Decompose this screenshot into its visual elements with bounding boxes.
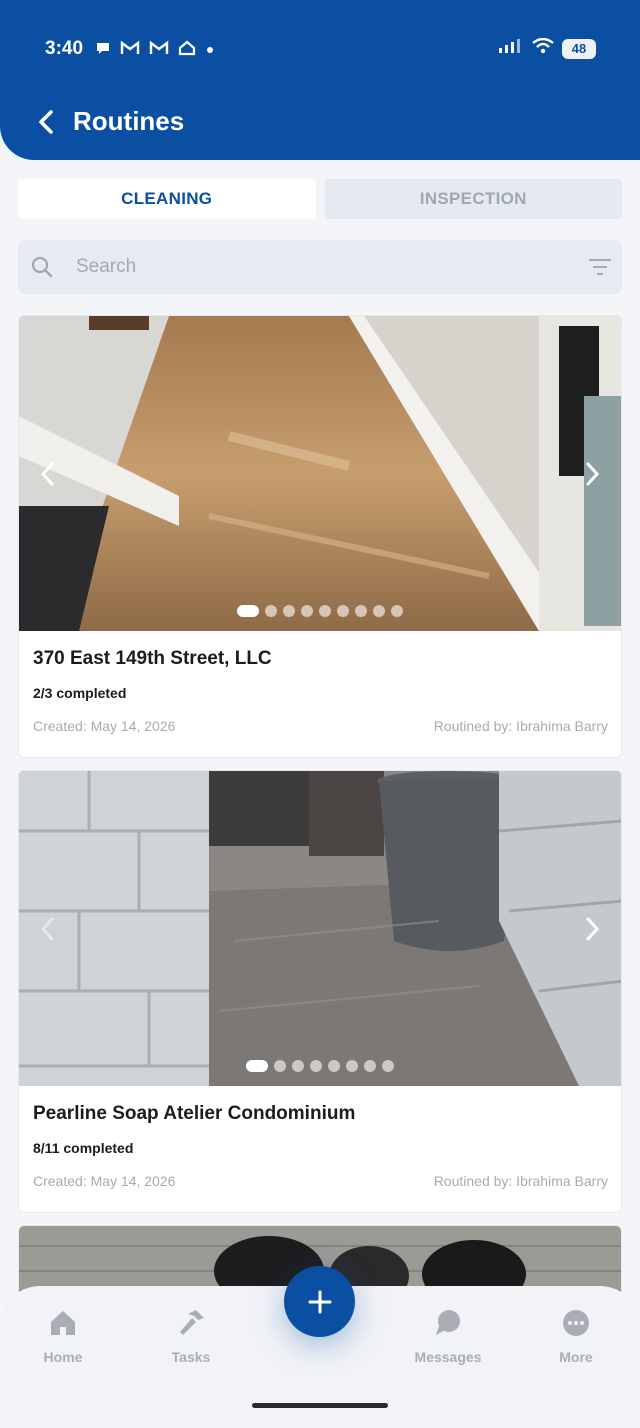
app-header: 3:40 48 Routines	[0, 0, 640, 160]
battery-indicator: 48	[562, 38, 596, 59]
chevron-right-icon	[586, 917, 600, 941]
chevron-left-icon	[40, 462, 54, 486]
next-photo-button[interactable]	[577, 911, 607, 947]
pagination-dot[interactable]	[265, 605, 277, 617]
nav-home-label: Home	[43, 1349, 83, 1365]
routine-card[interactable]: Pearline Soap Atelier Condominium 8/11 c…	[18, 770, 622, 1213]
pagination-dot[interactable]	[364, 1060, 376, 1072]
routine-progress: 8/11 completed	[33, 1140, 134, 1156]
previous-photo-button[interactable]	[33, 456, 63, 492]
nav-messages[interactable]: Messages	[403, 1308, 493, 1365]
photo-pagination	[19, 1060, 621, 1072]
routine-author: Routined by: Ibrahima Barry	[433, 1173, 608, 1189]
home-indicator[interactable]	[252, 1403, 388, 1408]
previous-photo-button[interactable]	[33, 911, 63, 947]
routine-created-date: Created: May 14, 2026	[33, 718, 176, 734]
chat-notification-icon	[95, 40, 111, 61]
pagination-dot[interactable]	[319, 605, 331, 617]
tab-inspection[interactable]: INSPECTION	[324, 179, 622, 219]
pagination-dot[interactable]	[373, 605, 385, 617]
pagination-dot[interactable]	[274, 1060, 286, 1072]
trash-room-photo	[19, 771, 621, 1086]
routine-title: Pearline Soap Atelier Condominium	[33, 1103, 356, 1124]
pagination-dot[interactable]	[382, 1060, 394, 1072]
wifi-icon	[532, 37, 554, 59]
chevron-left-icon	[39, 110, 53, 134]
gmail-icon	[149, 40, 169, 61]
pagination-dot[interactable]	[328, 1060, 340, 1072]
routine-type-tabs: CLEANING INSPECTION	[18, 179, 622, 219]
more-icon	[563, 1310, 589, 1336]
more-notifications-dot	[205, 42, 215, 60]
signal-icon	[498, 38, 524, 59]
nav-tasks-label: Tasks	[171, 1349, 211, 1365]
back-button[interactable]	[33, 106, 61, 138]
routine-created-date: Created: May 14, 2026	[33, 1173, 176, 1189]
pagination-dot[interactable]	[346, 1060, 358, 1072]
filter-icon[interactable]	[588, 256, 612, 283]
notification-icons	[95, 40, 215, 61]
add-routine-button[interactable]	[284, 1266, 355, 1337]
routine-title: 370 East 149th Street, LLC	[33, 648, 272, 669]
home-icon	[51, 1311, 75, 1335]
nav-more[interactable]: More	[531, 1308, 621, 1365]
search-bar	[18, 240, 622, 294]
pagination-dot[interactable]	[337, 605, 349, 617]
routine-photo[interactable]	[19, 316, 621, 631]
nav-more-label: More	[559, 1349, 593, 1365]
pagination-dot[interactable]	[283, 605, 295, 617]
pagination-dot[interactable]	[292, 1060, 304, 1072]
pagination-dot[interactable]	[355, 605, 367, 617]
routine-author: Routined by: Ibrahima Barry	[433, 718, 608, 734]
pagination-dot[interactable]	[310, 1060, 322, 1072]
pagination-dot[interactable]	[391, 605, 403, 617]
pagination-dot[interactable]	[237, 605, 259, 617]
next-photo-button[interactable]	[577, 456, 607, 492]
status-bar: 3:40 48	[0, 0, 640, 100]
page-title: Routines	[73, 106, 185, 136]
nav-home[interactable]: Home	[18, 1308, 108, 1365]
status-time: 3:40	[45, 38, 84, 59]
pagination-dot[interactable]	[246, 1060, 268, 1072]
plus-icon	[308, 1290, 331, 1313]
chevron-right-icon	[586, 462, 600, 486]
nav-messages-label: Messages	[414, 1349, 482, 1365]
home-notification-icon	[178, 40, 196, 61]
nav-tasks[interactable]: Tasks	[146, 1308, 236, 1365]
chat-icon	[436, 1310, 460, 1335]
search-icon	[30, 255, 54, 284]
routine-photo[interactable]	[19, 771, 621, 1086]
pagination-dot[interactable]	[301, 605, 313, 617]
hammer-icon	[180, 1310, 204, 1335]
hallway-floor-photo	[19, 316, 621, 631]
chevron-left-icon	[40, 917, 54, 941]
routine-card[interactable]: 370 East 149th Street, LLC 2/3 completed…	[18, 315, 622, 758]
search-input[interactable]	[76, 240, 556, 294]
routine-progress: 2/3 completed	[33, 685, 127, 701]
tab-cleaning[interactable]: CLEANING	[18, 179, 316, 219]
gmail-icon	[120, 40, 140, 61]
photo-pagination	[19, 605, 621, 617]
system-status: 48	[498, 37, 596, 59]
